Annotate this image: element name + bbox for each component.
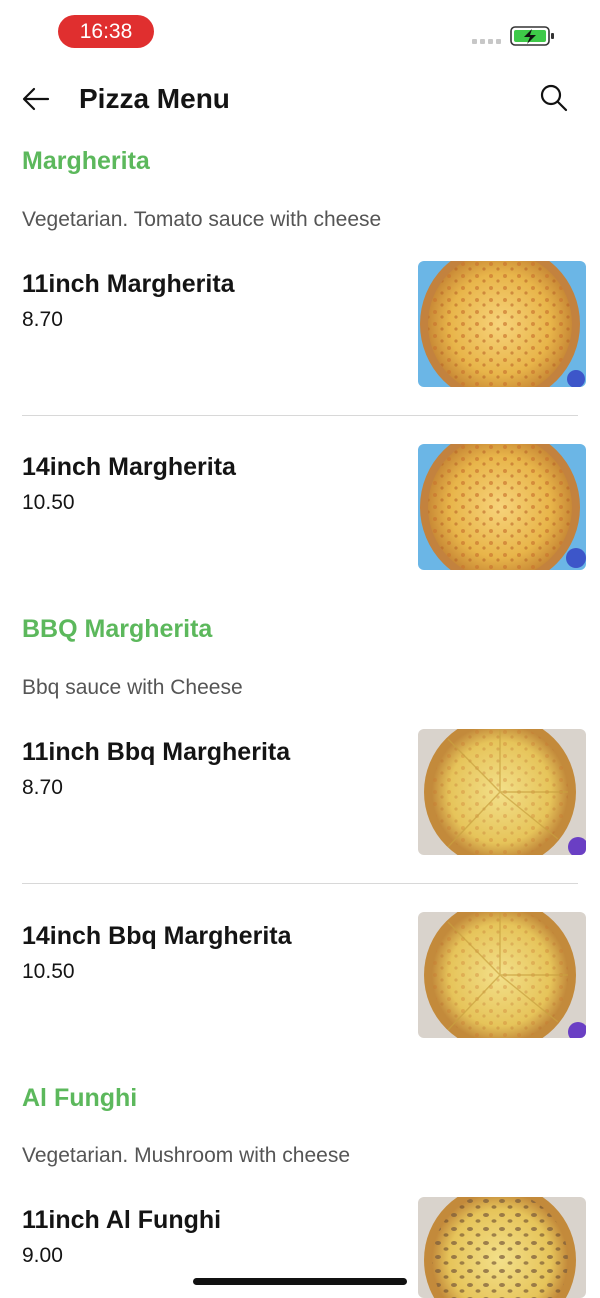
- bbq-margherita-pizza-photo: [418, 912, 586, 1038]
- item-price: 8.70: [22, 308, 63, 331]
- search-icon[interactable]: [538, 82, 570, 114]
- margherita-pizza-photo: [418, 261, 586, 387]
- item-name: 11inch Al Funghi: [22, 1206, 222, 1234]
- item-price: 10.50: [22, 960, 75, 983]
- item-name: 14inch Margherita: [22, 453, 236, 481]
- category-description: Bbq sauce with Cheese: [22, 676, 243, 699]
- battery-charging-icon: [510, 26, 554, 46]
- margherita-pizza-photo: [418, 444, 586, 570]
- page-title: Pizza Menu: [79, 83, 230, 114]
- item-name: 11inch Margherita: [22, 270, 235, 298]
- category-title-bbq-margherita: BBQ Margherita: [22, 615, 213, 643]
- al-funghi-pizza-photo: [418, 1197, 586, 1298]
- pizza-menu-screen: 16:38 Pizza Menu Margherita Vegetarian. …: [0, 0, 600, 1298]
- arrow-left-icon[interactable]: [18, 81, 54, 117]
- item-price: 10.50: [22, 491, 75, 514]
- item-price: 8.70: [22, 776, 63, 799]
- signal-icon: [472, 37, 504, 45]
- item-name: 14inch Bbq Margherita: [22, 922, 292, 950]
- divider: [22, 415, 578, 416]
- bbq-margherita-pizza-photo: [418, 729, 586, 855]
- category-title-al-funghi: Al Funghi: [22, 1084, 138, 1112]
- category-title-margherita: Margherita: [22, 147, 150, 175]
- divider: [22, 883, 578, 884]
- status-time: 16:38: [58, 15, 154, 48]
- app-bar: Pizza Menu: [0, 64, 600, 132]
- item-name: 11inch Bbq Margherita: [22, 738, 291, 766]
- status-bar: 16:38: [0, 0, 600, 64]
- category-description: Vegetarian. Tomato sauce with cheese: [22, 208, 382, 231]
- item-price: 9.00: [22, 1244, 63, 1267]
- category-description: Vegetarian. Mushroom with cheese: [22, 1144, 351, 1167]
- home-indicator[interactable]: [193, 1278, 407, 1285]
